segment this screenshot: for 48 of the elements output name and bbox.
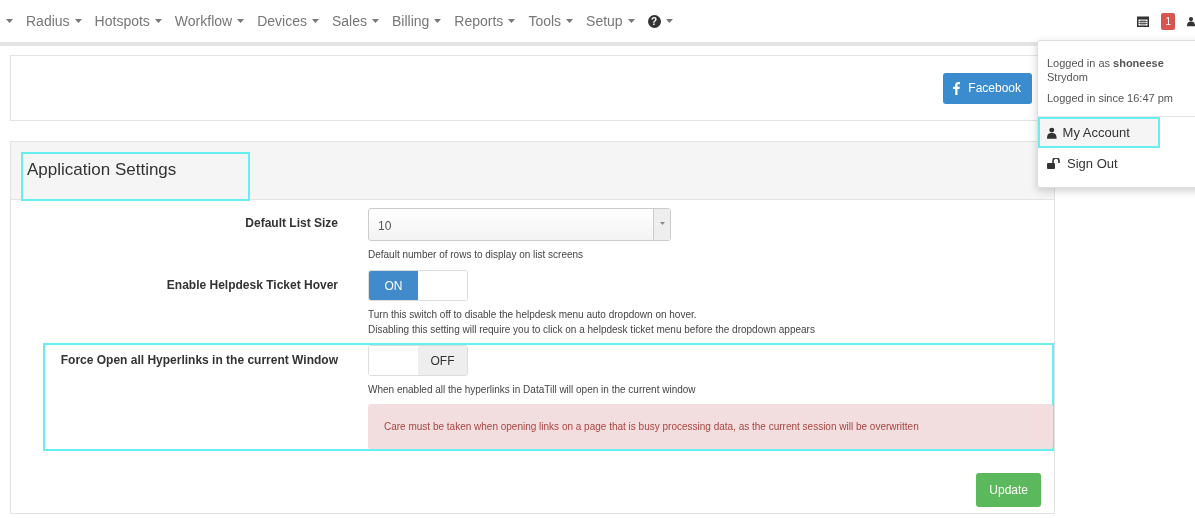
nav-menu-item[interactable]: Billing [392,13,442,29]
setting-label: Force Open all Hyperlinks in the current Window [59,352,338,369]
help-text: Disabling this setting will require you to click on a helpdesk ticket menu before the dropdown appears [368,323,816,337]
user-icon [1187,15,1195,27]
caret-icon [665,19,673,23]
caret-icon [311,19,319,23]
nav-menu-item[interactable]: ? [647,14,673,28]
help-icon: ? [647,14,661,28]
nav-menu-item[interactable]: Hotspots [94,13,162,29]
notification-badge[interactable]: 1 [1161,12,1175,30]
login-time-text: Logged in since 16:47 pm [1046,91,1174,106]
caret-icon [372,19,379,23]
facebook-button[interactable]: Facebook [943,72,1032,104]
warning-alert: Care must be taken when opening links on a page that is busy processing data, as the current session will be overwritten [368,404,1053,449]
user-icon [1047,126,1057,139]
setting-label: Default List Size [244,215,338,232]
caret-icon [154,19,162,23]
caret-icon [434,19,442,23]
help-text: Turn this switch off to disable the helpdesk menu auto dropdown on hover. [368,308,698,322]
nav-menu-item[interactable]: Setup [586,13,635,29]
menu-item[interactable]: Sign Out [1038,148,1195,179]
menu-item[interactable]: My Account [1038,117,1160,148]
nav-menu-item[interactable]: Tools [528,13,574,29]
caret-icon [6,19,13,23]
calendar-icon[interactable] [1137,15,1150,27]
logged-in-text: Logged in as shoneese Strydom [1046,56,1165,84]
caret-icon [566,19,574,23]
nav-menu-item[interactable]: Radius [26,13,82,29]
toggle-switch[interactable]: ON [368,270,468,301]
setting-label: Enable Helpdesk Ticket Hover [165,277,338,294]
update-button[interactable]: Update [976,473,1041,507]
nav-menu-item[interactable]: Workflow [174,13,245,29]
facebook-f-icon [953,81,961,95]
caret-icon [508,19,516,23]
help-text: When enabled all the hyperlinks in DataTill will open in the current window [368,383,697,397]
list-size-select[interactable]: 10 [368,208,671,241]
caret-icon [627,19,635,23]
nav-menu-item[interactable]: Reports [454,13,516,29]
caret-icon [237,19,245,23]
unlocked-padlock-icon [1047,158,1061,169]
nav-menu-item[interactable]: Devices [257,13,319,29]
panel-title: Application Settings [21,152,251,201]
caret-icon [659,222,665,225]
nav-menu-item[interactable]: Sales [331,13,379,29]
caret-icon [74,19,82,23]
nav-menu-item[interactable] [6,19,13,23]
toggle-switch[interactable]: OFF [368,345,468,376]
help-text: Default number of rows to display on list screens [368,248,585,262]
